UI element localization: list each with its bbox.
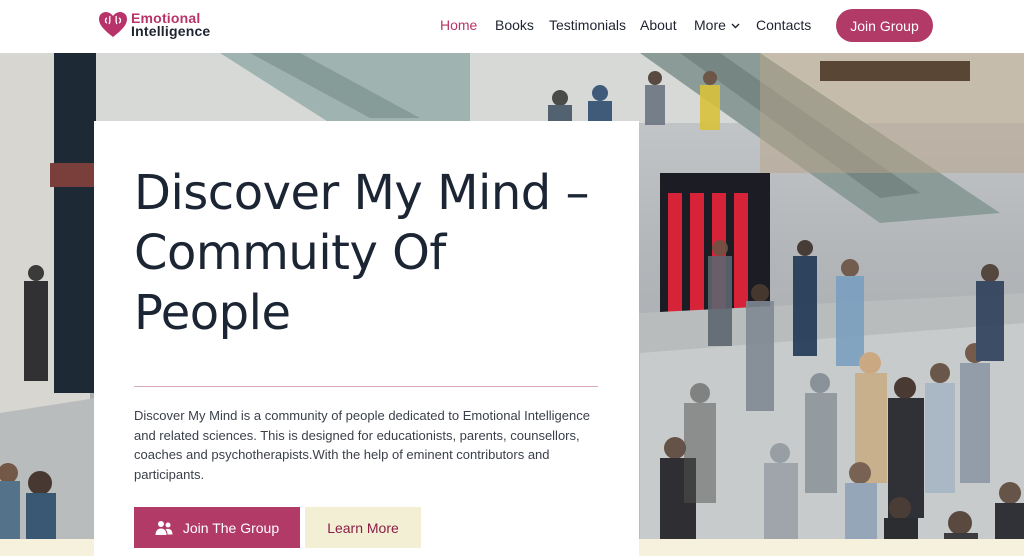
join-group-button[interactable]: Join Group: [836, 9, 933, 42]
nav-books[interactable]: Books: [495, 17, 534, 33]
chevron-down-icon: [731, 23, 740, 29]
nav-testimonials[interactable]: Testimonials: [549, 17, 626, 33]
hero-divider: [134, 386, 598, 387]
hero-title: Discover My Mind – Commuity Of People: [134, 165, 589, 341]
hero-description: Discover My Mind is a community of peopl…: [134, 408, 590, 482]
heart-brain-icon: [99, 12, 127, 37]
nav-about[interactable]: About: [640, 17, 677, 33]
join-the-group-button[interactable]: Join The Group: [134, 507, 300, 548]
brand-logo[interactable]: Emotional Intelligence: [98, 10, 210, 40]
nav-contacts[interactable]: Contacts: [756, 17, 811, 33]
nav-more[interactable]: More: [694, 17, 740, 33]
join-the-group-label: Join The Group: [182, 519, 280, 536]
brand-name-line2: Intelligence: [131, 23, 211, 39]
nav-home[interactable]: Home: [440, 17, 477, 33]
site-header: Emotional Intelligence Home Books Testim…: [0, 0, 1024, 53]
brand-name: Emotional Intelligence: [131, 11, 211, 39]
learn-more-button[interactable]: Learn More: [305, 507, 421, 548]
hero-card: Discover My Mind – Commuity Of People Di…: [94, 121, 639, 556]
users-icon: [155, 520, 173, 535]
nav-more-label: More: [694, 17, 726, 33]
